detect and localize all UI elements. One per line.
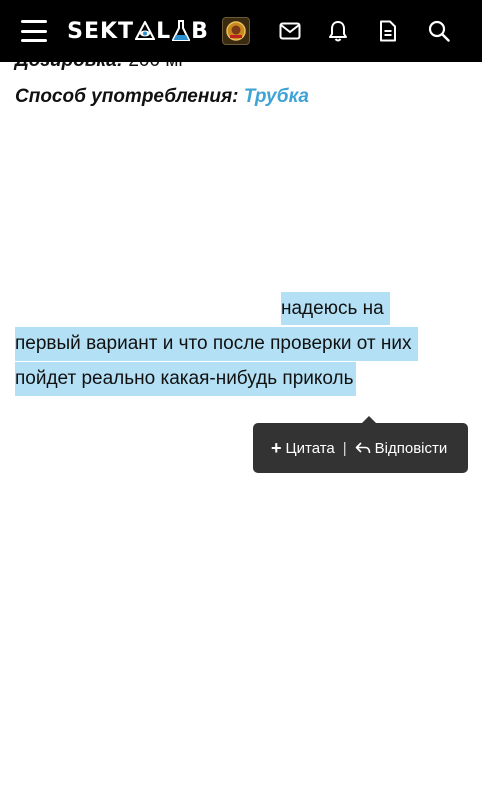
emblem-badge[interactable] [220,0,252,62]
selection-popup: + Цитата | Відповісти [253,416,468,473]
mail-icon [279,22,301,40]
reply-icon [355,442,370,454]
site-logo[interactable]: SEKT L B [66,0,210,62]
quote-label: Цитата [285,439,335,457]
method-line: Способ употребления: Трубка [15,86,309,108]
emblem-icon [222,17,250,45]
notifications-button[interactable] [320,0,356,62]
document-icon [380,20,396,42]
quote-button[interactable]: + Цитата [271,439,335,457]
logo-text-mid: L [156,18,172,44]
selected-text-line-1[interactable]: надеюсь на [281,292,390,325]
selected-text-line-3[interactable]: пойдет реально какая-нибудь приколь [15,362,356,396]
eye-icon [135,21,156,40]
messages-button[interactable] [272,0,308,62]
bell-icon [329,21,347,42]
top-navbar: SEKT L B [0,0,482,62]
search-icon [428,20,450,42]
reply-label: Відповісти [374,439,448,457]
selected-text-line-2[interactable]: первый вариант и что после проверки от н… [15,327,418,361]
plus-icon: + [271,438,282,458]
method-label: Способ употребления: [15,86,239,107]
popup-separator: | [342,439,347,457]
search-button[interactable] [421,0,457,62]
reply-button[interactable]: Відповісти [355,439,448,457]
logo-text-left: SEKT [67,18,135,44]
whats-new-button[interactable] [370,0,406,62]
logo-text-right: B [191,18,209,44]
menu-button[interactable] [14,0,54,62]
flask-icon [172,20,191,41]
hamburger-icon [21,20,47,42]
method-link[interactable]: Трубка [244,86,309,107]
